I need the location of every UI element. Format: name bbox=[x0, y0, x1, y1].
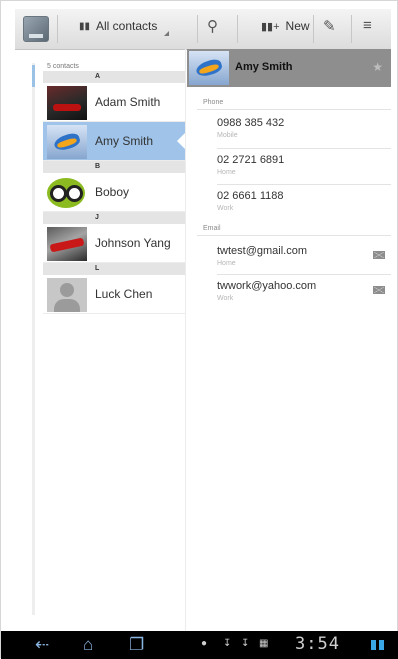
action-bar-divider bbox=[57, 15, 58, 43]
download-icon[interactable]: ↧ bbox=[223, 638, 231, 649]
section-header: J bbox=[43, 212, 185, 224]
contact-item-boboy[interactable]: Boboy bbox=[43, 173, 185, 212]
contact-name: Boboy bbox=[95, 185, 130, 199]
contact-avatar bbox=[47, 176, 87, 210]
pane-divider bbox=[185, 49, 186, 631]
edit-icon[interactable]: ✎ bbox=[323, 17, 336, 35]
action-bar-divider bbox=[351, 15, 352, 43]
avatar-eye bbox=[50, 185, 67, 202]
contact-item-adam-smith[interactable]: Adam Smith bbox=[43, 83, 185, 122]
phone-entry[interactable]: 02 6661 1188 Work bbox=[217, 190, 391, 224]
search-icon[interactable]: ⚲ bbox=[207, 17, 218, 35]
action-bar-divider bbox=[197, 15, 198, 43]
avatar-eye bbox=[66, 185, 83, 202]
download-icon[interactable]: ↧ bbox=[241, 638, 249, 649]
contact-photo[interactable] bbox=[189, 51, 229, 85]
list-scrollbar-thumb[interactable] bbox=[32, 65, 35, 87]
phone-type: Work bbox=[217, 205, 234, 212]
section-divider bbox=[197, 109, 391, 110]
clock: 3:54 bbox=[295, 634, 340, 654]
email-address: twtest@gmail.com bbox=[217, 245, 308, 257]
phone-type: Home bbox=[217, 169, 236, 176]
email-address: twwork@yahoo.com bbox=[217, 280, 317, 292]
back-icon[interactable]: ⇠ bbox=[35, 635, 49, 655]
new-contact-label: New bbox=[285, 19, 310, 33]
filter-label: All contacts bbox=[96, 19, 158, 33]
email-section-label: Email bbox=[203, 225, 221, 232]
contact-avatar bbox=[47, 227, 87, 261]
phone-entry[interactable]: 02 2721 6891 Home bbox=[217, 154, 391, 188]
contact-name: Johnson Yang bbox=[95, 236, 171, 250]
contact-detail-name: Amy Smith bbox=[235, 61, 293, 73]
email-type: Work bbox=[217, 295, 234, 302]
phone-number: 02 6661 1188 bbox=[217, 190, 284, 202]
phone-type: Mobile bbox=[217, 132, 238, 139]
action-bar: ▮▮ All contacts ⚲ ▮▮+ New ✎ ≡ bbox=[15, 9, 391, 50]
battery-icon bbox=[379, 640, 384, 650]
section-header: B bbox=[43, 161, 185, 173]
entry-divider bbox=[217, 148, 391, 149]
new-contact-icon: ▮▮+ bbox=[261, 20, 280, 33]
phone-number: 0988 385 432 bbox=[217, 117, 285, 129]
contact-name: Amy Smith bbox=[95, 134, 154, 148]
email-icon[interactable] bbox=[373, 251, 385, 259]
phone-number: 02 2721 6891 bbox=[217, 154, 285, 166]
system-bar: ⇠ ⌂ ❐ ● ↧ ↧ ▦ 3:54 bbox=[1, 631, 398, 659]
contact-avatar bbox=[47, 86, 87, 120]
screenshot-icon[interactable]: ▦ bbox=[259, 638, 268, 649]
action-bar-divider bbox=[313, 15, 314, 43]
section-divider bbox=[197, 235, 391, 236]
phone-section-label: Phone bbox=[203, 99, 224, 106]
email-entry[interactable]: twwork@yahoo.com Work bbox=[217, 280, 391, 314]
android-notification-icon[interactable]: ● bbox=[201, 638, 207, 649]
contact-item-johnson-yang[interactable]: Johnson Yang bbox=[43, 224, 185, 263]
entry-divider bbox=[217, 274, 391, 275]
recent-apps-icon[interactable]: ❐ bbox=[129, 635, 144, 655]
menu-icon[interactable]: ≡ bbox=[363, 17, 372, 34]
contact-item-amy-smith[interactable]: Amy Smith bbox=[43, 122, 186, 161]
contacts-filter-dropdown[interactable]: ▮▮ All contacts bbox=[79, 19, 170, 36]
home-icon[interactable]: ⌂ bbox=[83, 635, 93, 655]
list-scrollbar-track bbox=[32, 63, 35, 615]
star-icon[interactable]: ★ bbox=[372, 60, 383, 74]
action-bar-divider bbox=[237, 15, 238, 43]
contact-count: 5 contacts bbox=[47, 63, 79, 70]
dropdown-indicator-icon bbox=[164, 31, 170, 36]
entry-divider bbox=[217, 184, 391, 185]
contact-avatar bbox=[47, 125, 87, 159]
email-icon[interactable] bbox=[373, 286, 385, 294]
wifi-signal-icon bbox=[371, 640, 376, 650]
contacts-app-screen: ▮▮ All contacts ⚲ ▮▮+ New ✎ ≡ 5 contacts… bbox=[0, 0, 398, 659]
contact-name: Luck Chen bbox=[95, 287, 153, 301]
default-avatar-icon bbox=[47, 278, 87, 312]
contact-list: 5 contacts A Adam Smith Amy Smith B Bobo… bbox=[43, 63, 186, 314]
section-header: A bbox=[43, 71, 185, 83]
email-type: Home bbox=[217, 260, 236, 267]
phone-entry[interactable]: 0988 385 432 Mobile bbox=[217, 117, 391, 151]
new-contact-button[interactable]: ▮▮+ New bbox=[261, 19, 310, 33]
contact-item-luck-chen[interactable]: Luck Chen bbox=[43, 275, 185, 314]
app-icon[interactable] bbox=[23, 16, 49, 42]
contact-name: Adam Smith bbox=[95, 95, 161, 109]
contact-detail-header: Amy Smith ★ bbox=[187, 49, 391, 87]
contacts-filter-icon: ▮▮ bbox=[79, 20, 91, 32]
section-header: L bbox=[43, 263, 185, 275]
